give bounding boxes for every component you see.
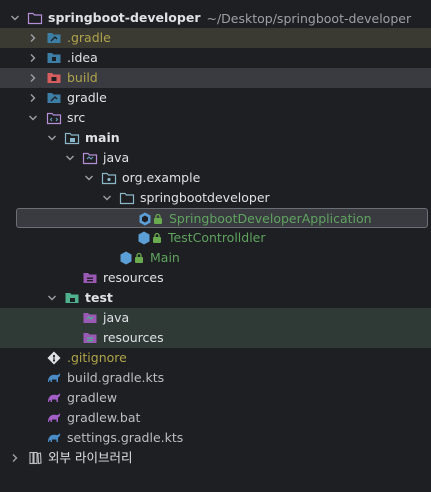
excluded-folder-icon: [46, 30, 62, 46]
tree-item-label: .gitignore: [67, 350, 127, 365]
tree-row-gradle[interactable]: gradle: [0, 88, 431, 108]
tree-item-label: SpringbootDeveloperApplication: [169, 211, 372, 226]
package-icon: [101, 170, 117, 186]
tree-item-label: java: [103, 310, 130, 325]
test-module-folder-icon: [64, 290, 80, 306]
tree-row-springbootdeveloper[interactable]: springbootdeveloper: [0, 188, 431, 208]
package-folder-icon: [119, 190, 135, 206]
gradle-elephant-icon: [46, 390, 62, 406]
source-folder-icon: [46, 110, 62, 126]
chevron-down-icon[interactable]: [83, 168, 95, 188]
test-sources-root-icon: [82, 310, 98, 326]
tree-item-label: org.example: [122, 170, 201, 185]
gradle-elephant-icon: [46, 430, 62, 446]
tree-row-build[interactable]: build: [0, 68, 431, 88]
tree-row-build-gradle[interactable]: build.gradle.kts: [0, 368, 431, 388]
tree-item-label: 외부 라이브러리: [48, 450, 133, 465]
tree-row-main-class[interactable]: Main: [0, 248, 431, 268]
tree-item-label: gradlew: [67, 390, 118, 405]
tree-row-main[interactable]: main: [0, 128, 431, 148]
tree-item-label: resources: [103, 330, 164, 345]
tree-item-label: java: [103, 150, 130, 165]
chevron-right-icon[interactable]: [9, 448, 21, 468]
tree-row-resources-test[interactable]: resources: [0, 328, 431, 348]
tree-row-test-controller[interactable]: TestControlldler: [0, 228, 431, 248]
chevron-down-icon[interactable]: [9, 8, 21, 28]
chevron-down-icon[interactable]: [101, 188, 113, 208]
tree-item-label: settings.gradle.kts: [67, 430, 184, 445]
tree-row-external-libraries[interactable]: 외부 라이브러리: [0, 448, 431, 468]
chevron-right-icon[interactable]: [27, 68, 39, 88]
tree-row-org-example[interactable]: org.example: [0, 168, 431, 188]
tree-row-idea[interactable]: .idea: [0, 48, 431, 68]
test-resources-folder-icon: [82, 330, 98, 346]
tree-row-resources-main[interactable]: resources: [0, 268, 431, 288]
tree-item-label: build: [67, 70, 98, 85]
tree-item-label: test: [85, 290, 113, 305]
chevron-down-icon[interactable]: [46, 288, 58, 308]
tree-row-gradlew[interactable]: gradlew: [0, 388, 431, 408]
lock-icon: [152, 211, 164, 227]
excluded-folder-icon: [46, 70, 62, 86]
tree-row-java-main[interactable]: java: [0, 148, 431, 168]
lock-icon: [151, 230, 163, 246]
tree-item-label: build.gradle.kts: [67, 370, 165, 385]
gradle-elephant-icon: [46, 370, 62, 386]
chevron-right-icon[interactable]: [27, 48, 39, 68]
class-icon: [136, 230, 152, 246]
project-tree: springboot-developer ~/Desktop/springboo…: [0, 0, 431, 492]
class-icon: [118, 250, 134, 266]
tree-item-label: TestControlldler: [168, 230, 266, 245]
tree-row-test[interactable]: test: [0, 288, 431, 308]
chevron-down-icon[interactable]: [27, 108, 39, 128]
tree-item-label: .idea: [67, 50, 98, 65]
project-name: springboot-developer: [48, 10, 201, 25]
module-folder-icon: [64, 130, 80, 146]
chevron-right-icon[interactable]: [27, 88, 39, 108]
chevron-down-icon[interactable]: [46, 128, 58, 148]
folder-icon: [27, 10, 43, 26]
resources-folder-icon: [82, 270, 98, 286]
tree-row-project-root[interactable]: springboot-developer ~/Desktop/springboo…: [0, 8, 431, 28]
tree-item-label: main: [85, 130, 120, 145]
tree-item-label: Main: [150, 250, 180, 265]
library-icon: [27, 450, 43, 466]
tree-row-java-test[interactable]: java: [0, 308, 431, 328]
lock-icon: [133, 250, 145, 266]
tree-item-label: springbootdeveloper: [140, 190, 270, 205]
tree-item-label: gradlew.bat: [67, 410, 141, 425]
spring-boot-class-icon: [137, 211, 153, 227]
chevron-right-icon[interactable]: [27, 28, 39, 48]
tree-row-gradlew-bat[interactable]: gradlew.bat: [0, 408, 431, 428]
idea-folder-icon: [46, 50, 62, 66]
tree-item-label: src: [67, 110, 86, 125]
tree-item-label: .gradle: [67, 30, 111, 45]
folder-icon: [46, 90, 62, 106]
tree-item-label: resources: [103, 270, 164, 285]
gradle-elephant-icon: [46, 410, 62, 426]
sources-root-icon: [82, 150, 98, 166]
tree-row-gitignore[interactable]: .gitignore: [0, 348, 431, 368]
tree-row-settings-gradle[interactable]: settings.gradle.kts: [0, 428, 431, 448]
tree-item-label: gradle: [67, 90, 107, 105]
tree-row-gradle-hidden[interactable]: .gradle: [0, 28, 431, 48]
git-file-icon: [46, 350, 62, 366]
chevron-down-icon[interactable]: [64, 148, 76, 168]
tree-row-springboot-application[interactable]: SpringbootDeveloperApplication: [16, 208, 428, 228]
tree-row-src[interactable]: src: [0, 108, 431, 128]
project-path: ~/Desktop/springboot-developer: [206, 10, 412, 26]
